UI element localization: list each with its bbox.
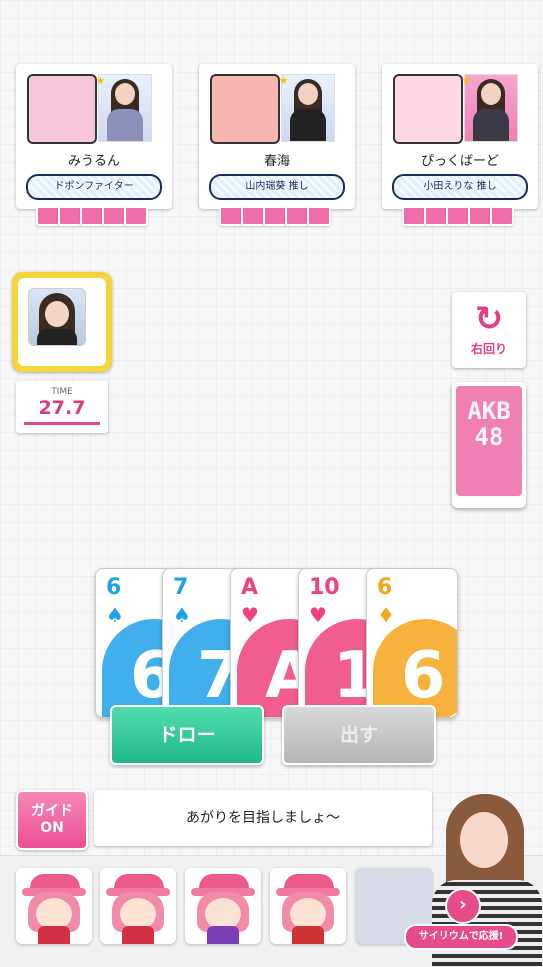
player-panel-3: ぴっくばーど 小田えりな 推し [382, 64, 538, 209]
opponent-hand-2 [219, 208, 331, 226]
deck-logo: AKB 48 [467, 397, 511, 451]
draw-deck[interactable]: AKB 48 [452, 382, 526, 508]
card-suit: ♠ [173, 603, 191, 627]
timer-label: TIME [51, 387, 73, 397]
player-name: みうるん [67, 154, 120, 169]
member-photo [464, 74, 518, 142]
cheer-promo[interactable]: › サイリウムで応援! [404, 790, 543, 966]
stamp-4[interactable] [270, 868, 346, 944]
player-tag-button[interactable]: ドボンファイター [26, 174, 162, 200]
player-name: ぴっくばーど [420, 154, 499, 169]
draw-button[interactable]: ドロー [110, 705, 264, 765]
player-avatar [27, 74, 97, 144]
guide-label: ガイド [31, 803, 73, 819]
cheer-label: サイリウムで応援! [404, 924, 518, 950]
player-panel-1: みうるん ドボンファイター [16, 64, 172, 209]
card-suit: ♦ [377, 603, 395, 627]
stamp-2[interactable] [100, 868, 176, 944]
rotation-direction-button[interactable]: ↻ 右回り [452, 292, 526, 368]
rotation-label: 右回り [470, 342, 507, 356]
player-panel-2: 春海 山内瑞葵 推し [199, 64, 355, 209]
timer-bar [24, 422, 100, 425]
guide-toggle-button[interactable]: ガイド ON [16, 790, 88, 850]
player-avatar [393, 74, 463, 144]
stamp-1[interactable] [16, 868, 92, 944]
card-big-rank: 6 [401, 639, 446, 713]
card-suit: ♥ [309, 603, 327, 627]
card-suit: ♠ [106, 603, 124, 627]
card-rank: 6 [377, 575, 393, 600]
member-photo [281, 74, 335, 142]
player-tag-button[interactable]: 山内瑞葵 推し [209, 174, 345, 200]
stamp-3[interactable] [185, 868, 261, 944]
guide-message: あがりを目指しましょ〜 [94, 790, 432, 846]
opponent-hand-3 [402, 208, 514, 226]
card-rank: 6 [106, 575, 122, 600]
play-button[interactable]: 出す [282, 705, 436, 765]
chevron-right-icon: › [445, 888, 481, 924]
card-rank: 7 [173, 575, 189, 600]
card-suit: ♥ [241, 603, 259, 627]
player-avatar [210, 74, 280, 144]
card-rank: 10 [309, 575, 340, 600]
rotate-right-icon: ↻ [474, 299, 504, 339]
timer-value: 27.7 [38, 397, 86, 419]
hand-card[interactable]: 6 6 ♦ [366, 568, 458, 718]
player-tag-button[interactable]: 小田えりな 推し [392, 174, 528, 200]
card-rank: A [241, 575, 259, 600]
current-player-avatar [12, 272, 112, 372]
turn-timer: TIME 27.7 [16, 381, 108, 433]
guide-state: ON [40, 820, 64, 836]
member-photo [98, 74, 152, 142]
player-name: 春海 [263, 154, 290, 169]
opponent-hand-1 [36, 208, 148, 226]
